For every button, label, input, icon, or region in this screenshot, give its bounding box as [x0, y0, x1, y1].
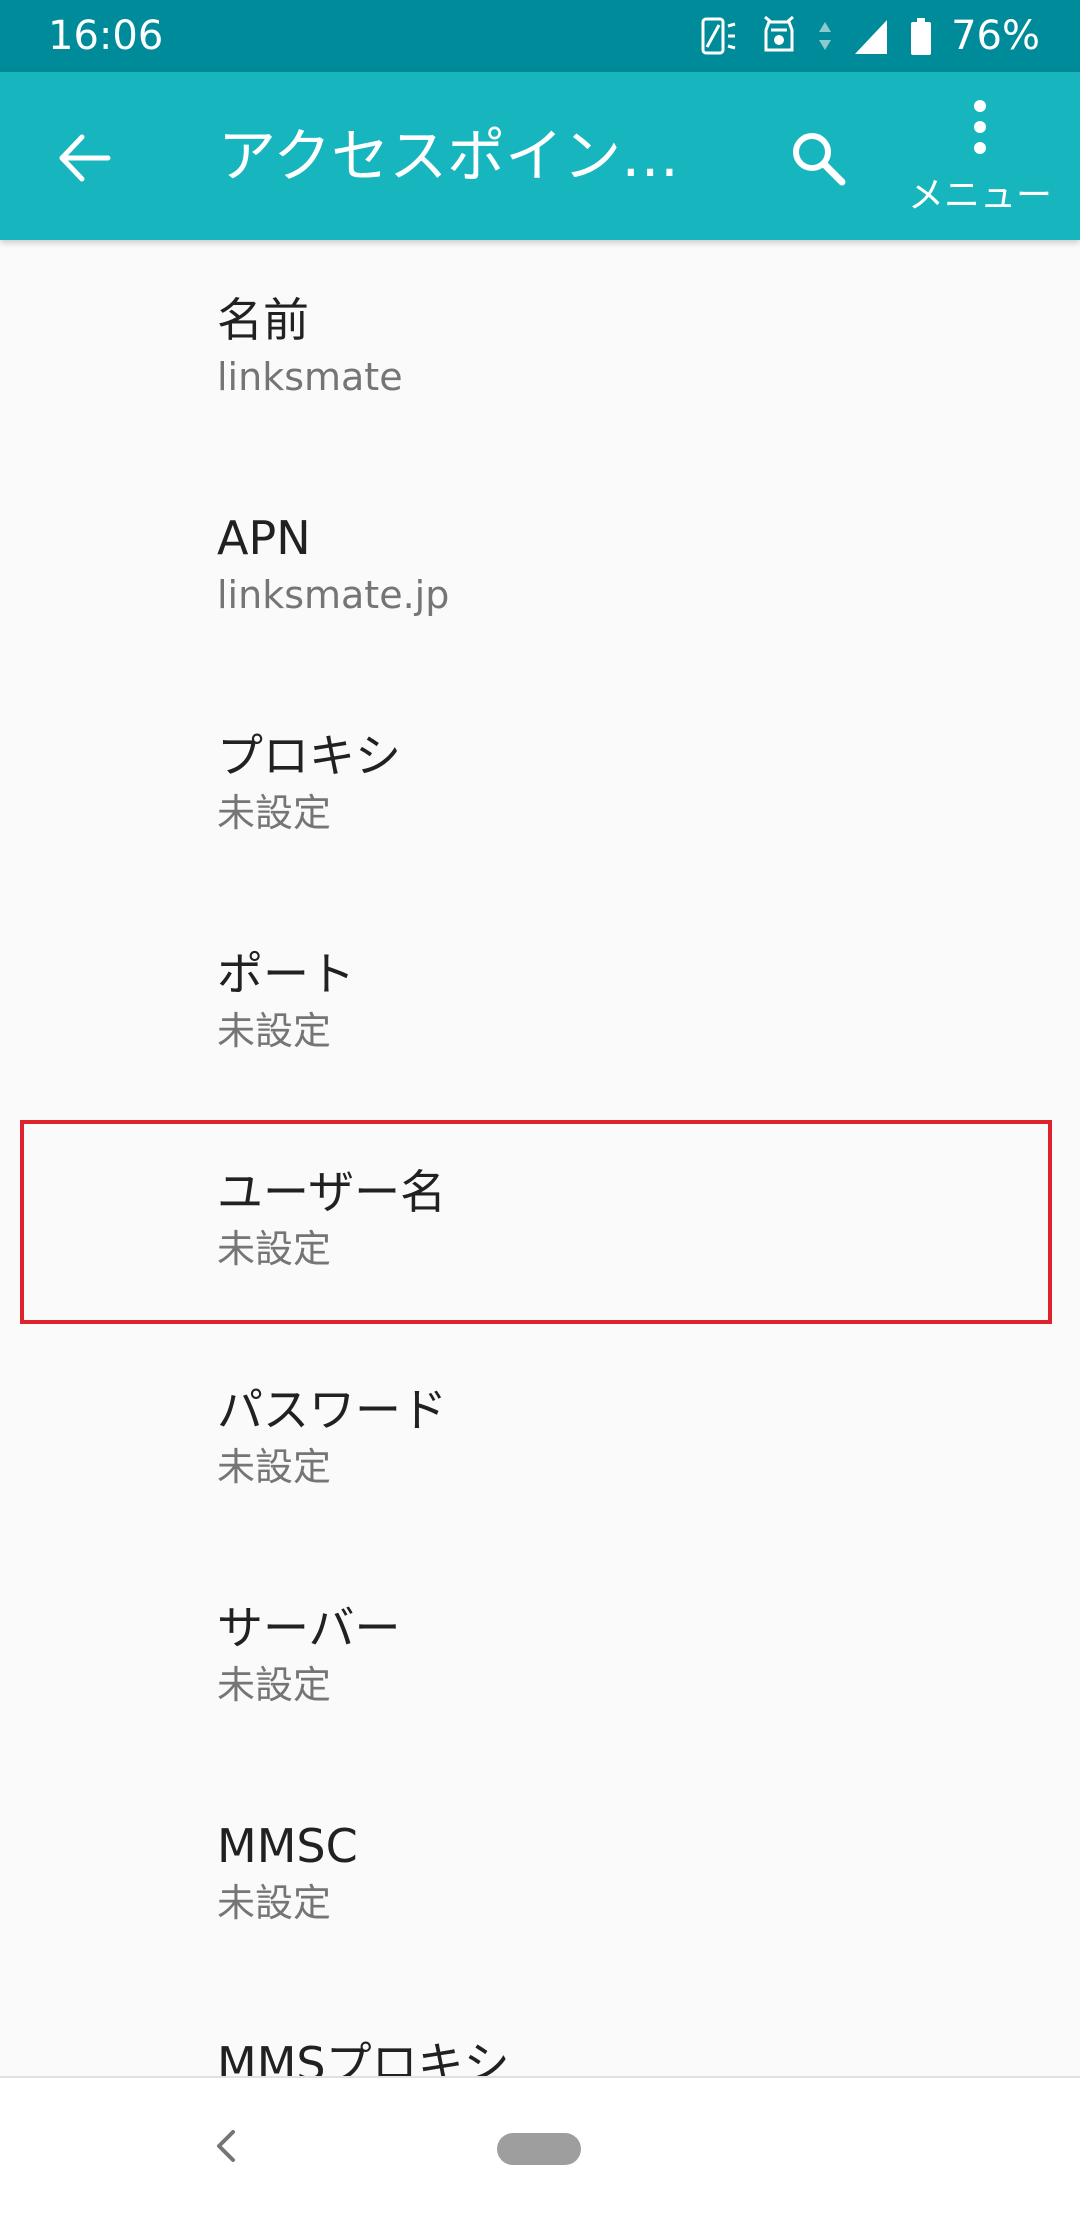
pref-summary: linksmate.jp: [217, 573, 450, 617]
pref-title: ユーザー名: [217, 1165, 447, 1219]
menu-button[interactable]: メニュー: [900, 92, 1060, 232]
pref-title: パスワード: [217, 1383, 447, 1437]
apn-settings-list: 名前 linksmate APN linksmate.jp プロキシ 未設定 ポ…: [0, 240, 1080, 2076]
back-button[interactable]: [36, 112, 132, 208]
pref-title: サーバー: [217, 1601, 401, 1655]
page-title: アクセスポイン…: [218, 122, 680, 190]
pref-item-apn[interactable]: APN linksmate.jp: [0, 458, 1080, 676]
pref-item-proxy[interactable]: プロキシ 未設定: [0, 676, 1080, 894]
screen-rotate-icon: [697, 14, 741, 58]
search-icon: [786, 126, 850, 194]
pref-summary: 未設定: [217, 1227, 332, 1271]
nav-back-icon: [211, 2126, 241, 2170]
home-pill-icon[interactable]: [497, 2133, 581, 2165]
pref-title: 名前: [217, 293, 309, 347]
battery-percent: 76%: [951, 13, 1040, 59]
status-icons: 76%: [697, 10, 1040, 62]
signal-icon: [851, 14, 891, 58]
pref-summary: 未設定: [217, 791, 332, 835]
pref-title: プロキシ: [217, 729, 401, 783]
pref-title: MMSプロキシ: [217, 2037, 510, 2076]
pref-title: ポート: [217, 947, 355, 1001]
menu-label: メニュー: [907, 175, 1052, 216]
more-vert-icon: [964, 92, 996, 176]
status-bar: 16:06 76%: [0, 0, 1080, 72]
search-button[interactable]: [770, 112, 866, 208]
pref-title: APN: [217, 511, 311, 565]
pref-item-mms-proxy[interactable]: MMSプロキシ: [0, 1984, 1080, 2076]
pref-item-server[interactable]: サーバー 未設定: [0, 1548, 1080, 1766]
nav-back-button[interactable]: [196, 2118, 256, 2178]
pref-item-mmsc[interactable]: MMSC 未設定: [0, 1766, 1080, 1984]
app-bar: アクセスポイン… メニュー: [0, 72, 1080, 240]
battery-icon: [909, 14, 933, 58]
status-time: 16:06: [48, 13, 164, 59]
pref-item-name[interactable]: 名前 linksmate: [0, 240, 1080, 458]
pref-summary: 未設定: [217, 1445, 332, 1489]
pref-item-password[interactable]: パスワード 未設定: [0, 1330, 1080, 1548]
pref-summary: 未設定: [217, 1881, 332, 1925]
pref-item-username[interactable]: ユーザー名 未設定: [0, 1112, 1080, 1330]
device-alert-icon: [759, 14, 799, 58]
back-arrow-icon: [54, 128, 114, 192]
data-arrows-icon: [817, 14, 833, 58]
pref-title: MMSC: [217, 1819, 358, 1873]
pref-summary: 未設定: [217, 1663, 332, 1707]
pref-summary: linksmate: [217, 355, 403, 399]
pref-item-port[interactable]: ポート 未設定: [0, 894, 1080, 1112]
pref-summary: 未設定: [217, 1009, 332, 1053]
navigation-bar: [0, 2076, 1080, 2220]
